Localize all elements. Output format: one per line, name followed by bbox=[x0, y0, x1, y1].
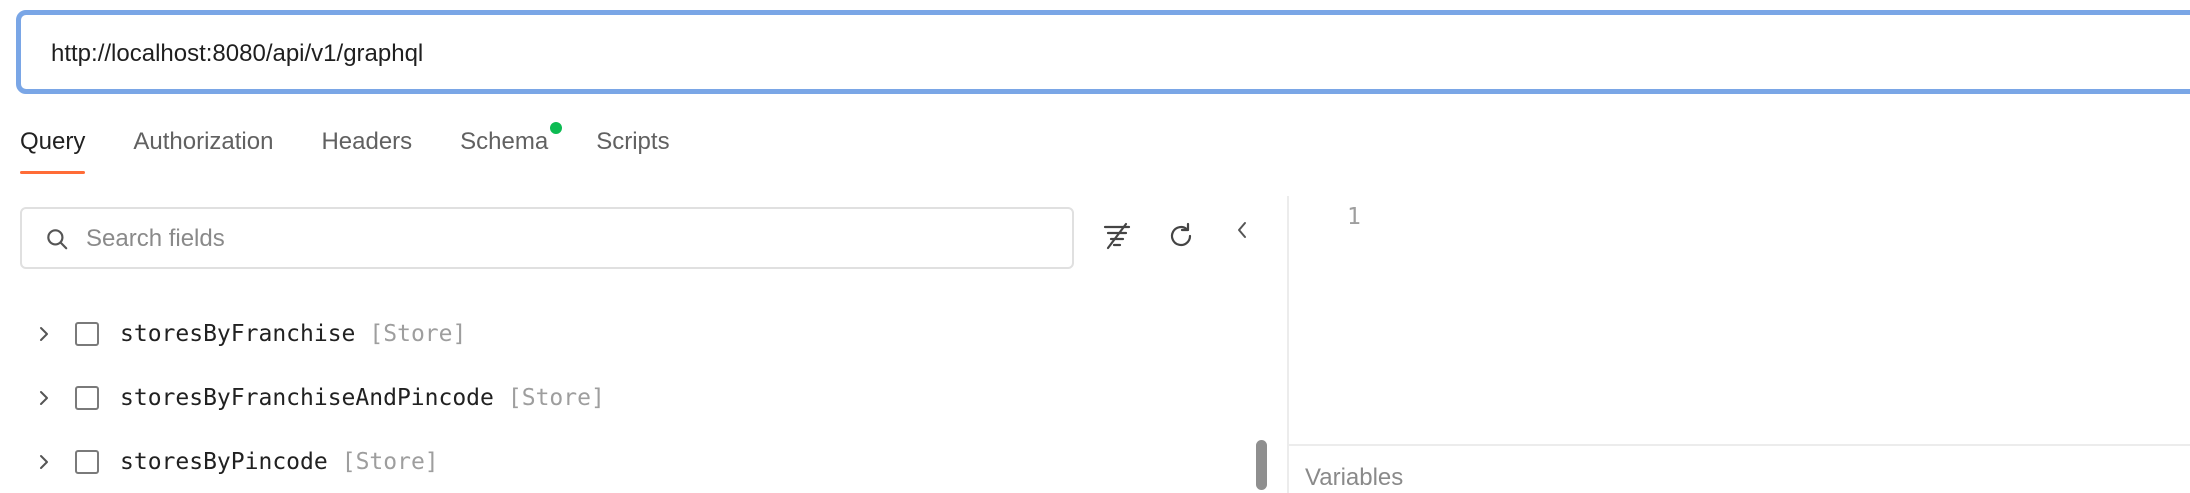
field-name: storesByFranchiseAndPincode bbox=[120, 385, 494, 411]
search-fields-box bbox=[20, 207, 1074, 269]
field-type: [Store] bbox=[507, 385, 605, 411]
refresh-button[interactable] bbox=[1161, 216, 1201, 256]
tab-label: Authorization bbox=[133, 128, 274, 155]
scrollbar-thumb[interactable] bbox=[1256, 440, 1267, 490]
field-name: storesByPincode bbox=[120, 449, 328, 475]
field-checkbox[interactable] bbox=[75, 450, 99, 474]
query-editor-pane[interactable]: 1 Variables bbox=[1289, 196, 2190, 493]
tab-label: Scripts bbox=[596, 128, 670, 155]
field-label: storesByPincode [Store] bbox=[120, 449, 439, 475]
field-type: [Store] bbox=[369, 321, 467, 347]
field-row: storesByFranchise [Store] bbox=[0, 309, 1250, 359]
field-label: storesByFranchise [Store] bbox=[120, 321, 466, 347]
url-bar bbox=[16, 10, 2190, 94]
query-explorer-pane: storesByFranchise [Store] storesByFranchi… bbox=[0, 196, 1287, 493]
chevron-right-icon[interactable] bbox=[34, 324, 54, 344]
variables-label[interactable]: Variables bbox=[1305, 464, 1403, 492]
tab-label: Query bbox=[20, 128, 86, 155]
clear-filter-button[interactable] bbox=[1097, 216, 1137, 256]
collapse-left-icon bbox=[1238, 222, 1246, 238]
collapse-pane-button[interactable] bbox=[1222, 210, 1262, 250]
variables-divider[interactable] bbox=[1289, 444, 2190, 446]
field-label: storesByFranchiseAndPincode [Store] bbox=[120, 385, 605, 411]
refresh-icon bbox=[1170, 222, 1192, 247]
tab-headers[interactable]: Headers bbox=[321, 124, 412, 174]
tab-schema[interactable]: Schema bbox=[460, 122, 563, 174]
field-checkbox[interactable] bbox=[75, 386, 99, 410]
line-number: 1 bbox=[1347, 204, 1361, 230]
chevron-right-icon[interactable] bbox=[34, 452, 54, 472]
field-row: storesByFranchiseAndPincode [Store] bbox=[0, 373, 1250, 423]
chevron-right-icon[interactable] bbox=[34, 388, 54, 408]
tab-label: Headers bbox=[321, 128, 413, 155]
clear-filter-icon bbox=[1103, 222, 1131, 250]
schema-status-dot bbox=[550, 122, 563, 134]
field-checkbox[interactable] bbox=[75, 322, 99, 346]
field-row: storesByPincode [Store] bbox=[0, 437, 1250, 487]
tab-scripts[interactable]: Scripts bbox=[596, 124, 669, 174]
search-fields-input[interactable] bbox=[86, 223, 1046, 255]
tab-label: Schema bbox=[460, 128, 549, 155]
tab-query[interactable]: Query bbox=[20, 124, 86, 174]
field-type: [Store] bbox=[341, 449, 439, 475]
field-name: storesByFranchise bbox=[120, 321, 356, 347]
tab-authorization[interactable]: Authorization bbox=[133, 124, 273, 174]
request-tabs: Query Authorization Headers Schema Scrip… bbox=[20, 122, 718, 176]
search-icon bbox=[47, 229, 68, 250]
url-input[interactable] bbox=[51, 37, 1551, 71]
